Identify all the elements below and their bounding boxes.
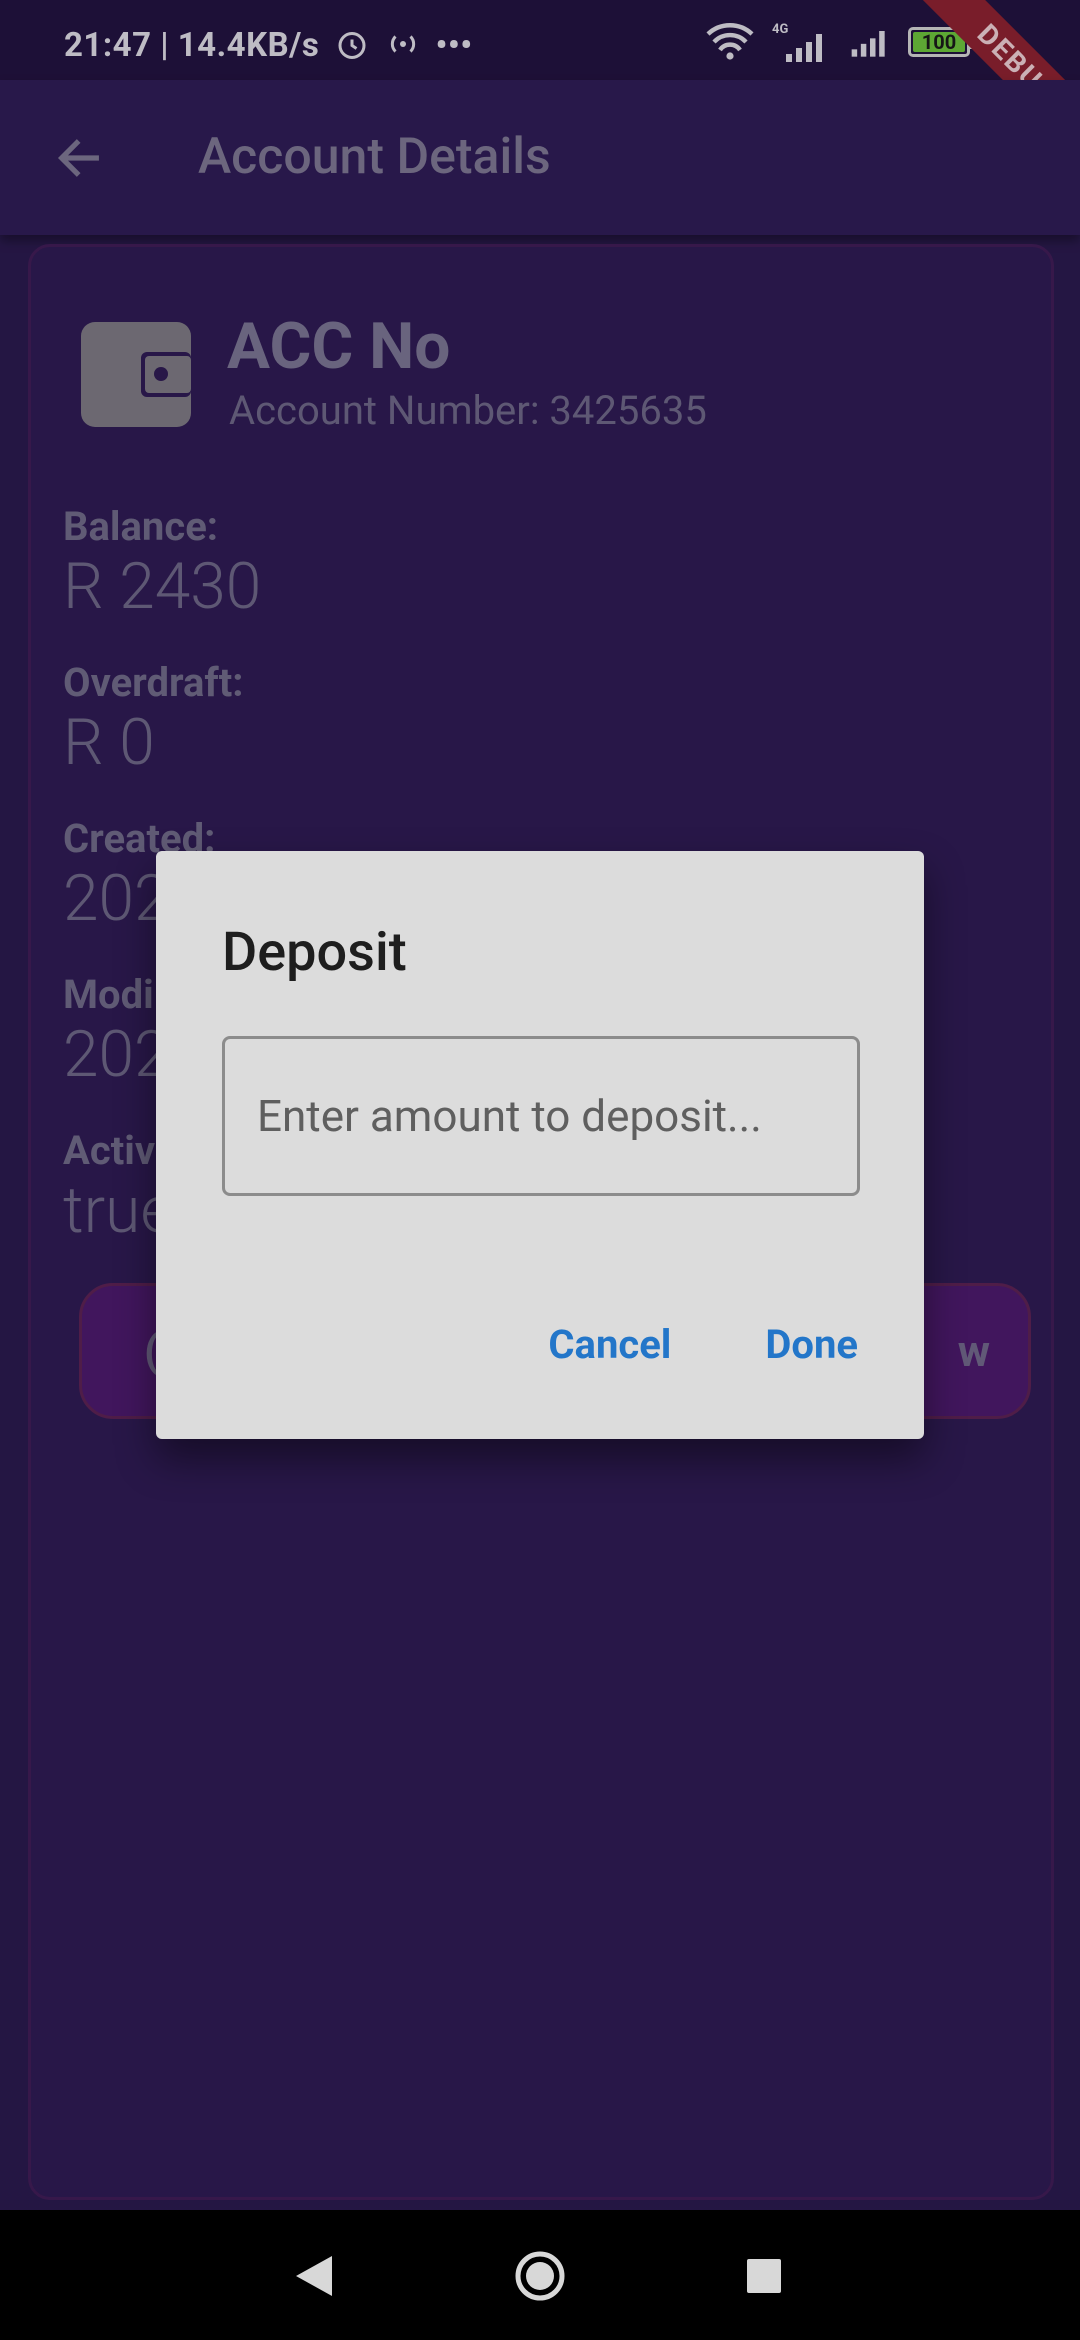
dialog-actions: Cancel Done <box>548 1321 858 1368</box>
dialog-title: Deposit <box>222 921 407 984</box>
nav-recents-icon[interactable] <box>747 2259 781 2293</box>
done-button[interactable]: Done <box>765 1321 858 1368</box>
nav-back-icon[interactable] <box>292 2254 340 2298</box>
cancel-button[interactable]: Cancel <box>548 1321 671 1368</box>
navigation-bar <box>0 2210 1080 2340</box>
nav-home-icon[interactable] <box>514 2250 566 2302</box>
deposit-dialog: Deposit Cancel Done <box>156 851 924 1439</box>
deposit-amount-input[interactable] <box>222 1036 860 1196</box>
